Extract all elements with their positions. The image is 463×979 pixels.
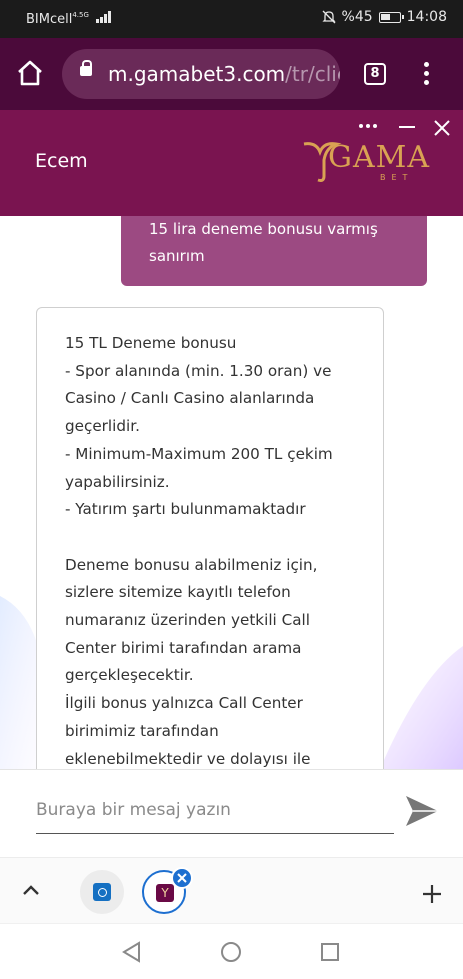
minimize-icon[interactable] xyxy=(399,126,415,128)
tab-close-icon[interactable] xyxy=(171,867,193,889)
logo-subtext: BET xyxy=(380,173,414,182)
more-menu-icon[interactable] xyxy=(424,62,430,89)
battery-icon xyxy=(378,11,404,23)
message-composer: Buraya bir mesaj yazın xyxy=(0,769,463,858)
lock-icon xyxy=(80,60,92,76)
send-icon[interactable] xyxy=(404,794,440,828)
network-type: 4.5G xyxy=(72,11,89,19)
url-text: m.gamabet3.com/tr/clie xyxy=(108,62,340,86)
address-bar[interactable]: m.gamabet3.com/tr/clie xyxy=(62,49,340,99)
carrier-label: BIMcell4.5G xyxy=(26,11,112,27)
clock: 14:08 xyxy=(406,9,447,25)
gamabet-logo: GAMA BET xyxy=(300,138,432,194)
home-nav-icon[interactable] xyxy=(220,941,242,963)
browser-toolbar: m.gamabet3.com/tr/clie 8 xyxy=(0,38,463,110)
message-input[interactable]: Buraya bir mesaj yazın xyxy=(36,800,231,820)
back-icon[interactable] xyxy=(121,941,141,963)
tab-strip: Y xyxy=(0,857,463,924)
system-nav-bar xyxy=(0,923,463,979)
message-list[interactable]: 15 lira deneme bonusu varmış sanırım 15 … xyxy=(0,216,463,769)
outlook-icon xyxy=(93,883,111,901)
user-message-text: 15 lira deneme bonusu varmış sanırım xyxy=(149,220,378,265)
new-tab-icon[interactable] xyxy=(422,884,442,904)
signal-icon xyxy=(96,11,112,23)
agent-message-bubble: 15 TL Deneme bonusu - Spor alanında (min… xyxy=(36,307,384,769)
gamabet-favicon-icon: Y xyxy=(156,884,174,902)
tab-outlook[interactable] xyxy=(80,870,124,914)
input-underline xyxy=(36,833,394,834)
chevron-up-icon[interactable] xyxy=(22,884,40,896)
recents-icon[interactable] xyxy=(320,942,340,962)
user-message-bubble: 15 lira deneme bonusu varmış sanırım xyxy=(121,216,427,286)
close-icon[interactable] xyxy=(432,118,452,138)
home-icon[interactable] xyxy=(16,60,44,86)
agent-name: Ecem xyxy=(35,150,88,172)
logo-text: GAMA xyxy=(328,140,431,175)
chat-options-icon[interactable] xyxy=(359,124,377,128)
chat-header: Ecem GAMA BET xyxy=(0,110,463,216)
muted-bell-icon xyxy=(321,10,336,24)
status-bar: BIMcell4.5G %45 14:08 xyxy=(0,0,463,38)
tab-switcher-button[interactable]: 8 xyxy=(364,63,386,85)
battery-percent: %45 xyxy=(341,9,373,25)
